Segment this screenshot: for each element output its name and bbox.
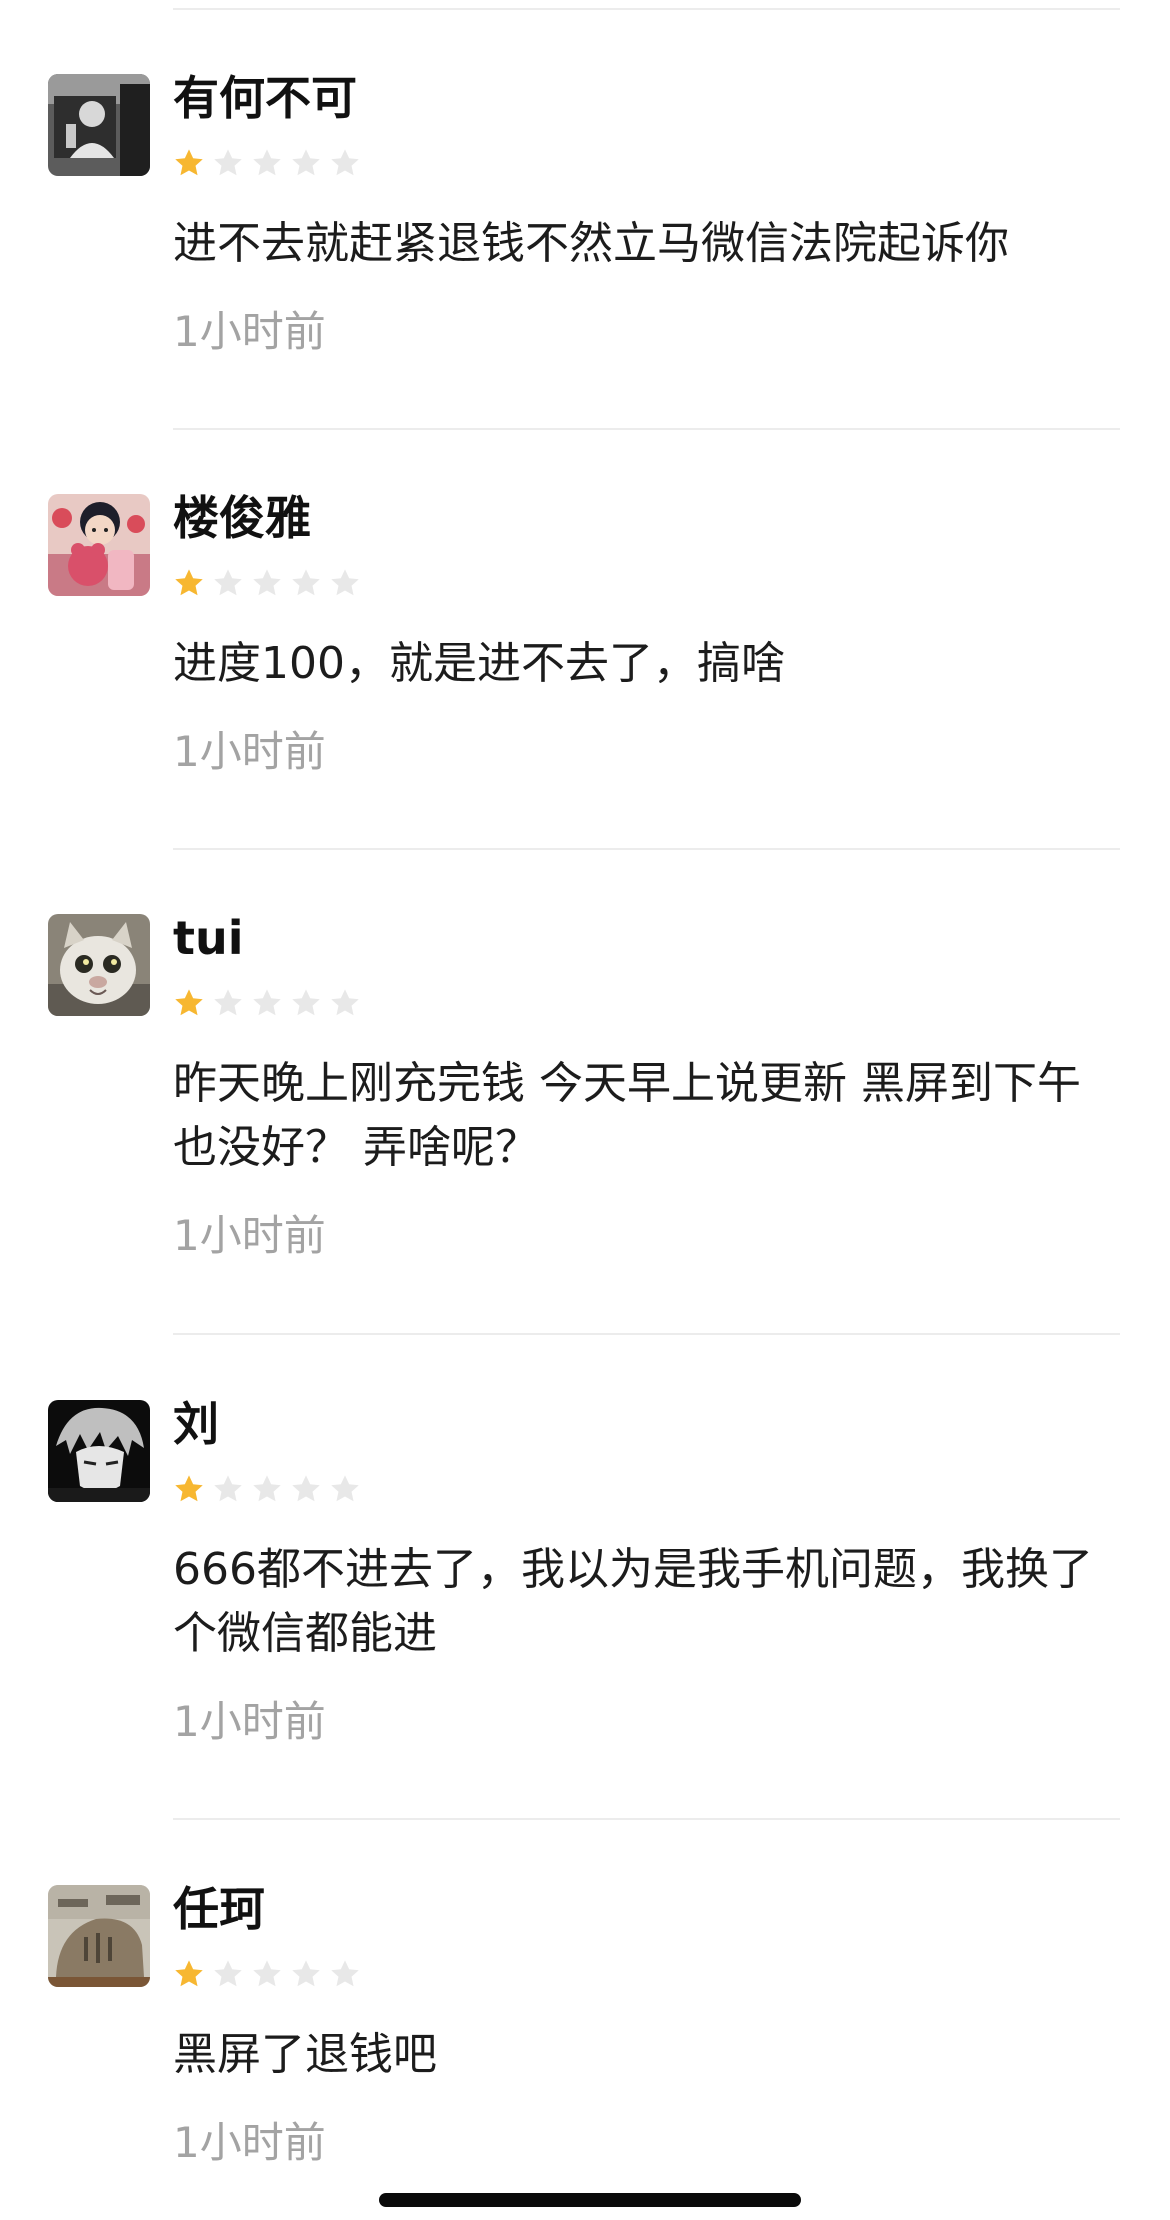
star-empty-icon <box>251 567 283 599</box>
review-time: 1小时前 <box>173 2118 326 2167</box>
avatar[interactable] <box>48 1400 150 1502</box>
star-empty-icon <box>329 1958 361 1990</box>
author-name: 楼俊雅 <box>173 491 311 545</box>
star-empty-icon <box>212 1958 244 1990</box>
author-name: 有何不可 <box>173 71 357 125</box>
review-divider <box>173 1818 1120 1820</box>
star-filled-icon <box>173 567 205 599</box>
star-empty-icon <box>290 567 322 599</box>
star-empty-icon <box>329 1473 361 1505</box>
star-empty-icon <box>290 987 322 1019</box>
review-divider <box>173 848 1120 850</box>
review-text: 进度100，就是进不去了，搞啥 <box>173 638 785 689</box>
author-name: tui <box>173 911 244 965</box>
review-text: 昨天晚上刚充完钱 今天早上说更新 黑屏到下午也没好？ 弄啥呢？ <box>173 1058 1081 1173</box>
review-divider <box>173 428 1120 430</box>
star-rating <box>173 147 361 181</box>
review-time: 1小时前 <box>173 727 326 776</box>
star-empty-icon <box>212 147 244 179</box>
star-empty-icon <box>251 1958 283 1990</box>
author-name: 任珂 <box>173 1882 265 1936</box>
star-rating <box>173 1958 361 1992</box>
star-empty-icon <box>290 1473 322 1505</box>
star-empty-icon <box>290 147 322 179</box>
star-rating <box>173 987 361 1021</box>
star-rating <box>173 1473 361 1507</box>
avatar[interactable] <box>48 1885 150 1987</box>
star-filled-icon <box>173 147 205 179</box>
star-empty-icon <box>251 987 283 1019</box>
star-empty-icon <box>329 567 361 599</box>
review-text: 666都不进去了，我以为是我手机问题，我换了个微信都能进 <box>173 1544 1093 1659</box>
star-rating <box>173 567 361 601</box>
review-time: 1小时前 <box>173 1697 326 1746</box>
avatar[interactable] <box>48 914 150 1016</box>
star-empty-icon <box>290 1958 322 1990</box>
star-empty-icon <box>212 1473 244 1505</box>
star-empty-icon <box>251 147 283 179</box>
review-text: 黑屏了退钱吧 <box>173 2029 437 2080</box>
star-empty-icon <box>212 567 244 599</box>
top-divider <box>173 8 1120 10</box>
star-empty-icon <box>329 147 361 179</box>
author-name: 刘 <box>173 1397 219 1451</box>
review-time: 1小时前 <box>173 1211 326 1260</box>
avatar[interactable] <box>48 494 150 596</box>
star-filled-icon <box>173 987 205 1019</box>
review-time: 1小时前 <box>173 307 326 356</box>
star-filled-icon <box>173 1473 205 1505</box>
star-empty-icon <box>212 987 244 1019</box>
review-text: 进不去就赶紧退钱不然立马微信法院起诉你 <box>173 218 1009 269</box>
star-empty-icon <box>329 987 361 1019</box>
home-indicator[interactable] <box>379 2193 801 2207</box>
avatar[interactable] <box>48 74 150 176</box>
star-empty-icon <box>251 1473 283 1505</box>
star-filled-icon <box>173 1958 205 1990</box>
review-divider <box>173 1333 1120 1335</box>
